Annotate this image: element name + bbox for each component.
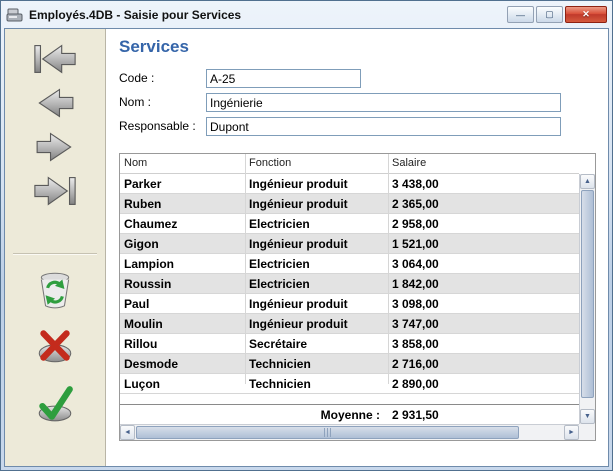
code-label: Code : bbox=[119, 72, 154, 85]
table-row[interactable]: Desmode Technicien 2 716,00 bbox=[120, 354, 579, 374]
validate-record-button[interactable] bbox=[17, 381, 93, 427]
cell-fonction: Electricien bbox=[245, 214, 388, 233]
column-header-fonction[interactable]: Fonction bbox=[249, 157, 291, 169]
table-row[interactable]: Parker Ingénieur produit 3 438,00 bbox=[120, 174, 579, 194]
cell-fonction: Ingénieur produit bbox=[245, 174, 388, 193]
column-header-nom[interactable]: Nom bbox=[124, 157, 147, 169]
previous-record-icon bbox=[28, 84, 82, 122]
cell-nom: Rillou bbox=[120, 334, 245, 353]
green-check-icon bbox=[34, 383, 76, 425]
cell-fonction: Electricien bbox=[245, 254, 388, 273]
first-record-button[interactable] bbox=[17, 37, 93, 81]
first-record-icon bbox=[28, 40, 82, 78]
window-title: Employés.4DB - Saisie pour Services bbox=[29, 8, 241, 22]
cell-nom: Moulin bbox=[120, 314, 245, 333]
table-body: Parker Ingénieur produit 3 438,00 Ruben … bbox=[120, 174, 579, 404]
app-icon[interactable] bbox=[6, 7, 24, 23]
cell-nom: Parker bbox=[120, 174, 245, 193]
table-row[interactable]: Rillou Secrétaire 3 858,00 bbox=[120, 334, 579, 354]
nom-label: Nom : bbox=[119, 96, 151, 109]
sidebar-separator bbox=[13, 253, 97, 255]
cell-nom: Lampion bbox=[120, 254, 245, 273]
window-content: Services Code : Nom : Responsable : Nom … bbox=[4, 28, 609, 467]
vertical-scrollbar[interactable]: ▲ ▼ bbox=[579, 174, 595, 424]
cell-salaire: 2 958,00 bbox=[388, 214, 579, 233]
cell-fonction: Secrétaire bbox=[245, 334, 388, 353]
horizontal-scroll-thumb[interactable] bbox=[136, 426, 519, 439]
form-area: Services Code : Nom : Responsable : Nom … bbox=[106, 29, 608, 466]
cell-salaire: 3 098,00 bbox=[388, 294, 579, 313]
code-input[interactable] bbox=[206, 69, 361, 88]
cell-fonction: Ingénieur produit bbox=[245, 314, 388, 333]
trash-recycle-icon bbox=[34, 268, 76, 310]
table-row[interactable]: Chaumez Electricien 2 958,00 bbox=[120, 214, 579, 234]
cell-salaire: 2 365,00 bbox=[388, 194, 579, 213]
cancel-record-button[interactable] bbox=[17, 323, 93, 369]
nom-input[interactable] bbox=[206, 93, 561, 112]
employees-table: Nom Fonction Salaire Parker Ingénieur pr… bbox=[119, 153, 596, 441]
table-row[interactable]: Lampion Electricien 3 064,00 bbox=[120, 254, 579, 274]
scroll-left-icon[interactable]: ◄ bbox=[120, 425, 135, 440]
cell-nom: Paul bbox=[120, 294, 245, 313]
cell-fonction: Technicien bbox=[245, 354, 388, 373]
close-button[interactable]: ✕ bbox=[565, 6, 607, 23]
previous-record-button[interactable] bbox=[17, 81, 93, 125]
cell-nom: Ruben bbox=[120, 194, 245, 213]
cell-nom: Gigon bbox=[120, 234, 245, 253]
vertical-scroll-thumb[interactable] bbox=[581, 190, 594, 398]
cell-nom: Roussin bbox=[120, 274, 245, 293]
scrollbar-corner bbox=[579, 424, 595, 440]
cell-fonction: Ingénieur produit bbox=[245, 234, 388, 253]
minimize-button[interactable]: — bbox=[507, 6, 534, 23]
app-window: Employés.4DB - Saisie pour Services — ▢ … bbox=[0, 0, 613, 471]
red-cross-icon bbox=[34, 325, 76, 367]
table-row[interactable]: Roussin Electricien 1 842,00 bbox=[120, 274, 579, 294]
table-header: Nom Fonction Salaire bbox=[120, 154, 579, 174]
cell-salaire: 3 747,00 bbox=[388, 314, 579, 333]
cell-fonction: Ingénieur produit bbox=[245, 194, 388, 213]
responsable-input[interactable] bbox=[206, 117, 561, 136]
maximize-button[interactable]: ▢ bbox=[536, 6, 563, 23]
table-row[interactable]: Luçon Technicien 2 890,00 bbox=[120, 374, 579, 394]
scroll-down-icon[interactable]: ▼ bbox=[580, 409, 595, 424]
toolbar-sidebar bbox=[5, 29, 106, 466]
cell-salaire: 2 890,00 bbox=[388, 374, 579, 393]
cell-nom: Chaumez bbox=[120, 214, 245, 233]
average-label: Moyenne : bbox=[120, 405, 388, 424]
table-row[interactable]: Gigon Ingénieur produit 1 521,00 bbox=[120, 234, 579, 254]
page-title: Services bbox=[119, 37, 189, 57]
cell-salaire: 1 842,00 bbox=[388, 274, 579, 293]
cell-salaire: 2 716,00 bbox=[388, 354, 579, 373]
scroll-right-icon[interactable]: ► bbox=[564, 425, 579, 440]
responsable-label: Responsable : bbox=[119, 120, 196, 133]
horizontal-scrollbar[interactable]: ◄ ► bbox=[120, 424, 579, 440]
scroll-grip-icon bbox=[324, 428, 331, 437]
cell-salaire: 3 438,00 bbox=[388, 174, 579, 193]
titlebar: Employés.4DB - Saisie pour Services — ▢ … bbox=[1, 1, 612, 28]
average-value: 2 931,50 bbox=[388, 405, 579, 424]
cell-nom: Luçon bbox=[120, 374, 245, 393]
table-row[interactable]: Paul Ingénieur produit 3 098,00 bbox=[120, 294, 579, 314]
table-row[interactable]: Ruben Ingénieur produit 2 365,00 bbox=[120, 194, 579, 214]
column-header-salaire[interactable]: Salaire bbox=[392, 157, 426, 169]
table-row[interactable]: Moulin Ingénieur produit 3 747,00 bbox=[120, 314, 579, 334]
delete-record-button[interactable] bbox=[17, 265, 93, 313]
next-record-icon bbox=[28, 128, 82, 166]
table-footer: Moyenne : 2 931,50 bbox=[120, 404, 579, 424]
cell-fonction: Technicien bbox=[245, 374, 388, 393]
scroll-up-icon[interactable]: ▲ bbox=[580, 174, 595, 189]
cell-salaire: 3 858,00 bbox=[388, 334, 579, 353]
last-record-button[interactable] bbox=[17, 169, 93, 213]
cell-nom: Desmode bbox=[120, 354, 245, 373]
cell-fonction: Ingénieur produit bbox=[245, 294, 388, 313]
cell-fonction: Electricien bbox=[245, 274, 388, 293]
last-record-icon bbox=[28, 172, 82, 210]
next-record-button[interactable] bbox=[17, 125, 93, 169]
window-controls: — ▢ ✕ bbox=[507, 6, 607, 23]
cell-salaire: 3 064,00 bbox=[388, 254, 579, 273]
cell-salaire: 1 521,00 bbox=[388, 234, 579, 253]
